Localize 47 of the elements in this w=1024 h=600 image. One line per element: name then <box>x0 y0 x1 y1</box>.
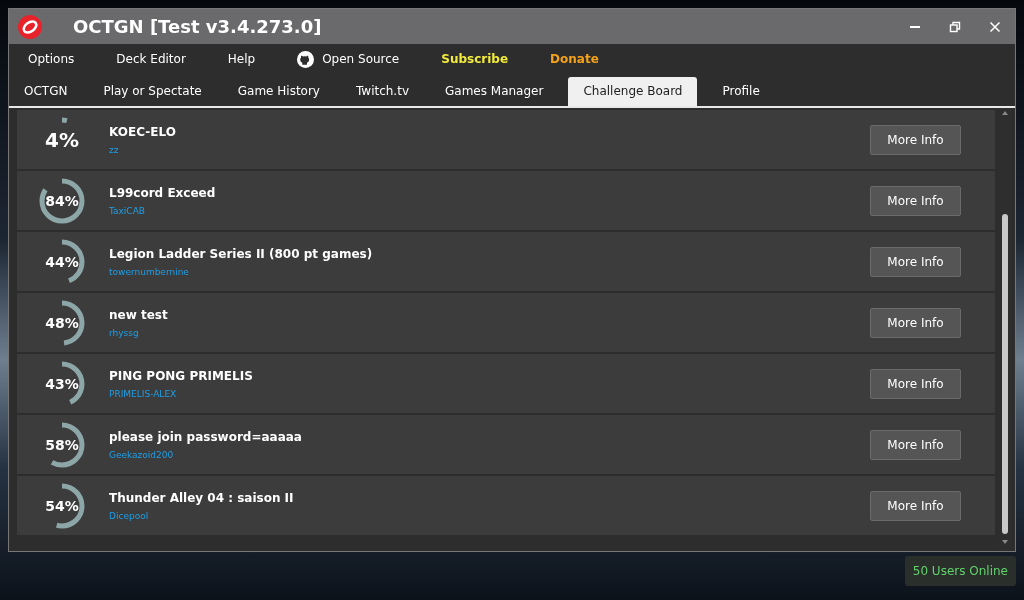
challenge-name: KOEC-ELO <box>109 124 176 139</box>
tab[interactable]: OCTGN <box>13 77 79 106</box>
percent-label: 54% <box>45 497 79 514</box>
challenge-name: Thunder Alley 04 : saison II <box>109 490 294 505</box>
menu-item[interactable]: Help <box>227 52 256 66</box>
percent-label: 84% <box>45 192 79 209</box>
user-link[interactable]: TaxiCAB <box>109 205 216 216</box>
tab[interactable]: Profile <box>711 77 771 106</box>
user-link[interactable]: towernumbernine <box>109 266 373 277</box>
more-info-button[interactable]: More Info <box>870 429 961 460</box>
menu-item[interactable]: Donate <box>550 52 599 66</box>
tab[interactable]: Games Manager <box>434 77 555 106</box>
user-link[interactable]: rhyssg <box>109 327 168 338</box>
challenge-name: Legion Ladder Series II (800 pt games) <box>109 246 373 261</box>
more-info-button[interactable]: More Info <box>870 307 961 338</box>
close-icon[interactable] <box>989 20 1001 33</box>
restore-icon[interactable] <box>949 20 961 33</box>
more-info-button[interactable]: More Info <box>870 124 961 155</box>
window-title: OCTGN [Test v3.4.273.0] <box>73 16 322 37</box>
user-link[interactable]: Dicepool <box>109 510 294 521</box>
more-info-button[interactable]: More Info <box>870 185 961 216</box>
challenge-name: PING PONG PRIMELIS <box>109 368 253 383</box>
tab[interactable]: Game History <box>226 77 331 106</box>
user-link[interactable]: PRIMELIS-ALEX <box>109 388 253 399</box>
menu-item[interactable]: Open Source <box>322 52 400 66</box>
menu-item[interactable]: Options <box>28 52 75 66</box>
users-online-badge: 50 Users Online <box>904 556 1016 586</box>
menu-item[interactable]: Subscribe <box>441 52 509 66</box>
challenge-name: L99cord Exceed <box>109 185 216 200</box>
more-info-button[interactable]: More Info <box>870 246 961 277</box>
percent-label: 44% <box>45 253 79 270</box>
tab[interactable]: Play or Spectate <box>92 77 213 106</box>
percent-label: 58% <box>45 436 79 453</box>
github-icon[interactable] <box>297 50 315 68</box>
tab[interactable]: Challenge Board <box>568 77 698 106</box>
more-info-button[interactable]: More Info <box>870 490 961 521</box>
challenge-name: please join password=aaaaa <box>109 429 302 444</box>
percent-label: 48% <box>45 314 79 331</box>
challenge-name: new test <box>109 307 168 322</box>
more-info-button[interactable]: More Info <box>870 368 961 399</box>
logo-icon <box>17 13 43 40</box>
tab[interactable]: Twitch.tv <box>344 77 420 106</box>
user-link[interactable]: Geekazoid200 <box>109 449 302 460</box>
percent-label: 4% <box>45 127 79 152</box>
menu-item[interactable]: Deck Editor <box>116 52 186 66</box>
percent-label: 43% <box>45 375 79 392</box>
user-link[interactable]: zz <box>109 144 176 155</box>
